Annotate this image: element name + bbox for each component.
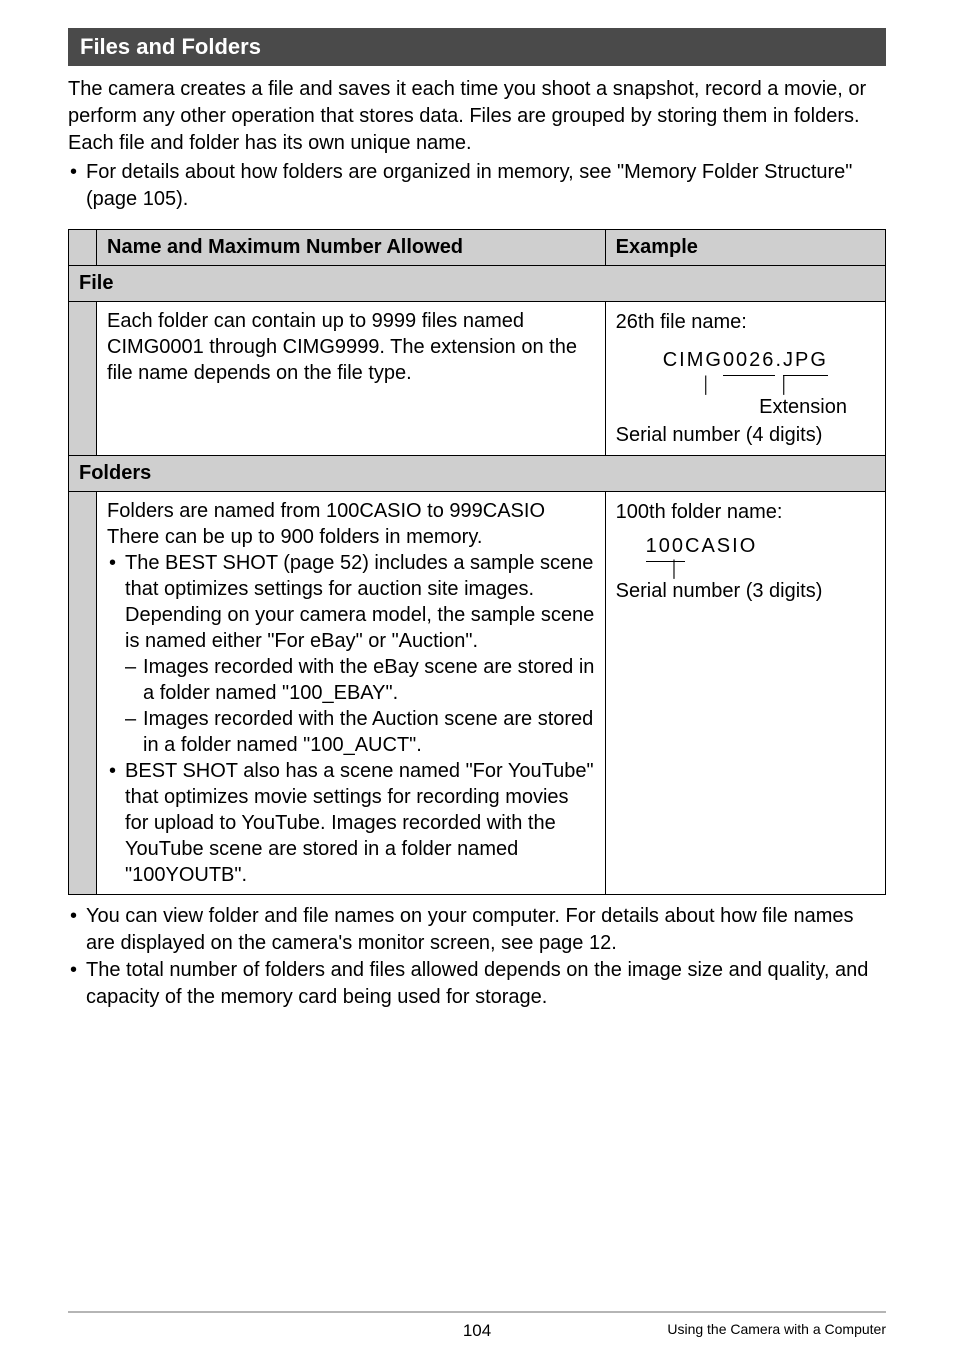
folder-suffix: CASIO [685, 532, 757, 560]
file-example-title: 26th file name: [616, 308, 875, 336]
file-serial: 0026 [723, 346, 776, 376]
intro-text: The camera creates a file and saves it e… [68, 78, 866, 154]
folders-line2: There can be up to 900 folders in memory… [107, 524, 595, 550]
file-pointers: ││ [616, 380, 875, 391]
file-ext-label: Extension [616, 393, 875, 421]
note-1: You can view folder and file names on yo… [68, 903, 886, 957]
file-example-name: CIMG0026.JPG [616, 346, 875, 376]
header-name-max: Name and Maximum Number Allowed [97, 230, 606, 266]
folder-example-title: 100th folder name: [616, 498, 875, 526]
folders-desc: Folders are named from 100CASIO to 999CA… [97, 492, 606, 895]
header-example: Example [605, 230, 885, 266]
intro-bullet: For details about how folders are organi… [68, 159, 886, 213]
folder-example-name: 100CASIO [616, 532, 875, 562]
file-subheader: File [69, 266, 886, 302]
file-row-spacer [69, 302, 97, 456]
file-desc: Each folder can contain up to 9999 files… [97, 302, 606, 456]
file-serial-label: Serial number (4 digits) [616, 421, 875, 449]
folder-row-spacer [69, 492, 97, 895]
folders-subheader: Folders [69, 456, 886, 492]
folders-bullet-1: The BEST SHOT (page 52) includes a sampl… [107, 550, 595, 758]
file-dot: . [775, 349, 783, 371]
note-2: The total number of folders and files al… [68, 957, 886, 1011]
file-ext: JPG [783, 346, 828, 376]
folders-b1-text: The BEST SHOT (page 52) includes a sampl… [125, 552, 594, 652]
folder-example: 100th folder name: 100CASIO │ Serial num… [605, 492, 885, 895]
notes-block: You can view folder and file names on yo… [68, 903, 886, 1011]
footer-section-label: Using the Camera with a Computer [667, 1321, 886, 1337]
folder-serial-label: Serial number (3 digits) [616, 577, 875, 605]
folders-dash-1: Images recorded with the eBay scene are … [125, 654, 595, 706]
header-spacer [69, 230, 97, 266]
folder-serial: 100 [646, 532, 685, 562]
files-folders-table: Name and Maximum Number Allowed Example … [68, 229, 886, 895]
section-header: Files and Folders [68, 28, 886, 66]
file-prefix: CIMG [663, 346, 723, 374]
folders-line1: Folders are named from 100CASIO to 999CA… [107, 498, 595, 524]
intro-block: The camera creates a file and saves it e… [68, 76, 886, 213]
folders-dash-2: Images recorded with the Auction scene a… [125, 706, 595, 758]
file-example: 26th file name: CIMG0026.JPG ││ Extensio… [605, 302, 885, 456]
page-footer: 104 Using the Camera with a Computer [68, 1311, 886, 1337]
folders-bullet-2: BEST SHOT also has a scene named "For Yo… [107, 758, 595, 888]
folder-pointer: │ [616, 564, 875, 575]
page-number: 104 [463, 1321, 491, 1341]
